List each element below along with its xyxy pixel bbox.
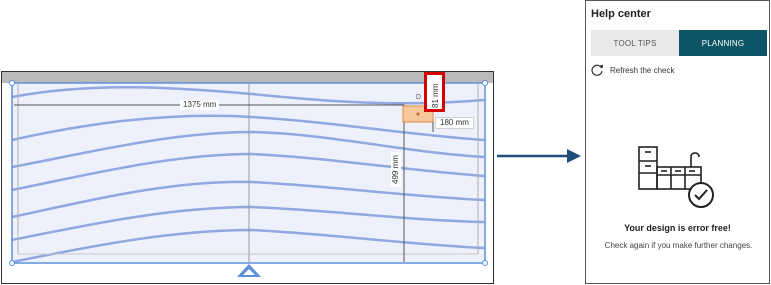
refresh-check-button[interactable]: Refresh the check [590, 63, 674, 77]
floor-plan-drawing [9, 80, 488, 277]
marker-letter: D [416, 94, 422, 101]
planner-canvas[interactable]: 1375 mm D 180 mm 499 mm 81 mm [1, 71, 494, 284]
tab-tool-tips[interactable]: TOOL TIPS [591, 30, 679, 56]
status-title: Your design is error free! [624, 223, 731, 233]
refresh-check-label: Refresh the check [610, 65, 675, 75]
kitchen-check-icon [638, 146, 714, 208]
status-description: Check again if you make further changes. [604, 241, 753, 250]
highlighted-dimension-label: 81 mm [431, 83, 440, 108]
depth-dimension-label[interactable]: 180 mm [435, 117, 474, 129]
refresh-icon [591, 64, 603, 76]
highlighted-dimension-box[interactable]: 81 mm [424, 72, 445, 112]
help-center-tabs: TOOL TIPS PLANNING [591, 30, 767, 56]
help-center-panel: Help center TOOL TIPS PLANNING Refresh t… [585, 0, 770, 284]
move-handle-icon [237, 264, 261, 277]
help-center-title: Help center [591, 8, 651, 20]
height-dimension-label: 499 mm [391, 152, 401, 187]
tab-planning[interactable]: PLANNING [679, 30, 767, 56]
width-dimension-label: 1375 mm [180, 100, 220, 110]
right-arrow-icon [497, 149, 581, 163]
